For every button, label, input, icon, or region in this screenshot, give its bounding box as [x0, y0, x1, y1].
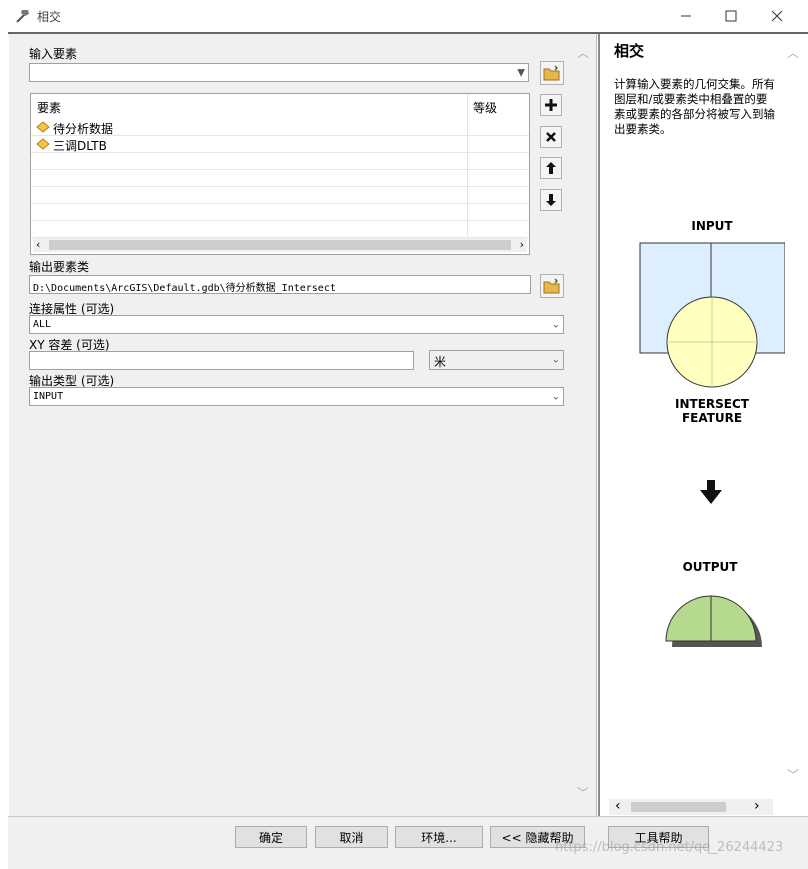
xy-unit-select[interactable]: 米 ⌄ [429, 350, 564, 370]
scroll-right-icon[interactable]: › [520, 238, 524, 251]
table-horizontal-scrollbar[interactable]: ‹ › [33, 238, 527, 252]
input-features-label: 输入要素 [29, 47, 78, 61]
move-up-button[interactable] [540, 157, 562, 179]
intersect-diagram: INPUT INTERSECT FEATURE OUTPUT [639, 219, 785, 647]
scrollbar-thumb[interactable] [631, 802, 726, 812]
diagram-intersect-label-2: FEATURE [682, 411, 742, 425]
output-type-select[interactable]: INPUT ⌄ [29, 387, 564, 406]
table-row-empty [31, 220, 529, 238]
help-description: 计算输入要素的几何交集。所有图层和/或要素类中相叠置的要素或要素的各部分将被写入… [614, 77, 775, 136]
minimize-button[interactable] [666, 4, 706, 28]
xy-unit-value: 米 [434, 355, 447, 369]
arrow-down-icon [546, 194, 556, 206]
cancel-button[interactable]: 取消 [315, 826, 388, 848]
folder-icon [543, 65, 560, 81]
xy-tolerance-input[interactable] [29, 351, 414, 370]
move-down-button[interactable] [540, 189, 562, 211]
maximize-button[interactable] [711, 4, 751, 28]
diagram-intersect-label-1: INTERSECT [675, 397, 750, 411]
add-row-button[interactable] [540, 94, 562, 116]
maximize-icon [725, 10, 737, 22]
help-title: 相交 [614, 42, 645, 60]
delete-icon [546, 132, 556, 142]
ok-button[interactable]: 确定 [235, 826, 307, 848]
output-type-value: INPUT [33, 391, 64, 402]
polygon-layer-icon [36, 138, 50, 150]
folder-icon [543, 278, 560, 294]
scroll-down-icon[interactable]: ﹀ [577, 784, 589, 801]
table-row-empty [31, 203, 529, 221]
watermark: https://blog.csdn.net/qq_26244423 [555, 840, 784, 855]
table-row[interactable]: 三调DLTB [31, 135, 529, 153]
environments-button[interactable]: 环境... [395, 826, 483, 848]
polygon-layer-icon [36, 121, 50, 133]
help-vertical-scrollbar[interactable]: ︿ ﹀ [783, 36, 805, 816]
input-features-table[interactable]: 要素 等级 待分析数据 三调DLTB ‹ › [30, 93, 530, 255]
dropdown-arrow-icon[interactable]: ▼ [517, 67, 525, 78]
scroll-up-icon[interactable]: ︿ [577, 44, 589, 61]
chevron-down-icon[interactable]: ⌄ [552, 391, 560, 402]
hammer-icon [14, 7, 32, 25]
table-row[interactable]: 待分析数据 [31, 118, 529, 136]
help-horizontal-scrollbar[interactable]: ‹ › [609, 798, 773, 815]
output-features-label: 输出要素类 [29, 260, 90, 274]
remove-row-button[interactable] [540, 126, 562, 148]
title-bar: 相交 [0, 0, 808, 32]
column-header-rank[interactable]: 等级 [473, 99, 497, 116]
scroll-left-icon[interactable]: ‹ [615, 798, 621, 814]
browse-output-button[interactable] [540, 274, 564, 298]
chevron-down-icon[interactable]: ⌄ [552, 319, 560, 330]
parameters-vertical-scrollbar[interactable]: ︿ ﹀ [573, 36, 593, 816]
minimize-icon [681, 15, 691, 17]
output-features-field[interactable]: D:\Documents\ArcGIS\Default.gdb\待分析数据_In… [29, 275, 531, 294]
diagram-output-label: OUTPUT [683, 560, 739, 574]
arrow-up-icon [546, 162, 556, 174]
table-row-empty [31, 169, 529, 187]
table-row-empty [31, 186, 529, 204]
close-button[interactable] [757, 4, 797, 28]
browse-input-button[interactable] [540, 61, 564, 85]
plus-icon [545, 99, 557, 111]
scroll-left-icon[interactable]: ‹ [36, 238, 40, 251]
scroll-up-icon[interactable]: ︿ [787, 44, 799, 61]
scroll-down-icon[interactable]: ﹀ [787, 766, 799, 783]
join-attributes-value: ALL [33, 319, 52, 330]
chevron-down-icon[interactable]: ⌄ [552, 355, 560, 366]
output-path-text: D:\Documents\ArcGIS\Default.gdb\待分析数据_In… [33, 283, 336, 294]
close-icon [771, 10, 783, 22]
table-row-empty [31, 152, 529, 170]
input-features-combo[interactable]: ▼ [29, 63, 529, 82]
scrollbar-thumb[interactable] [49, 240, 511, 250]
window-title: 相交 [37, 10, 62, 24]
scroll-right-icon[interactable]: › [754, 798, 760, 814]
diagram-input-label: INPUT [691, 219, 733, 233]
table-header: 要素 等级 [31, 94, 529, 116]
join-attributes-select[interactable]: ALL ⌄ [29, 315, 564, 334]
column-header-features[interactable]: 要素 [37, 99, 61, 116]
arrow-down-icon [700, 480, 722, 504]
